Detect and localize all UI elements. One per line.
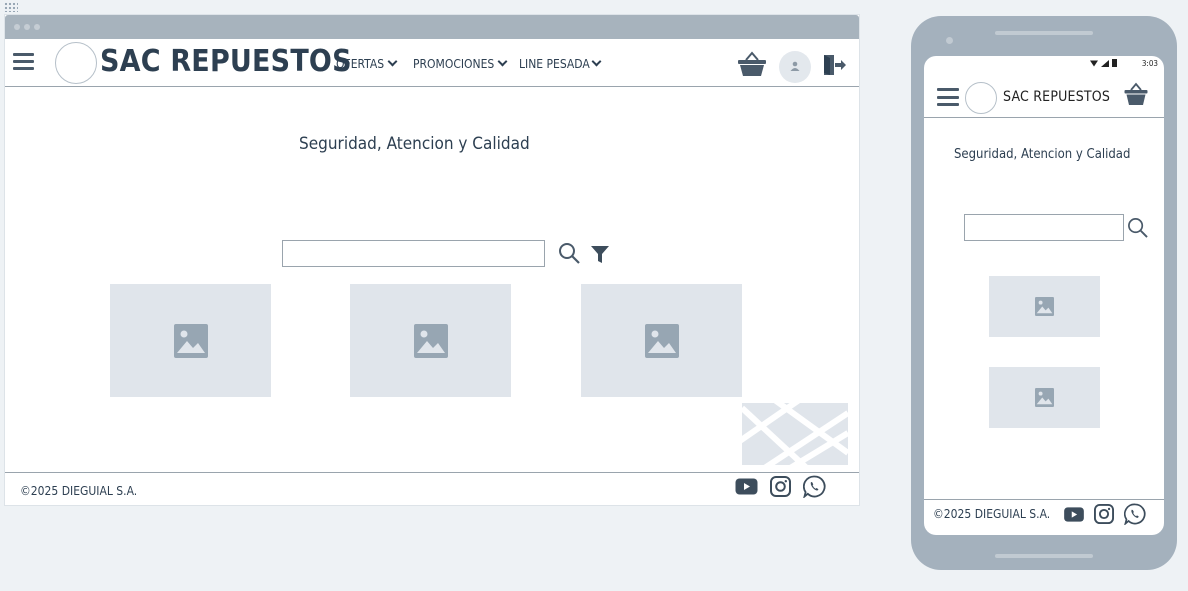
cart-icon[interactable] bbox=[1124, 82, 1148, 106]
menu-icon[interactable] bbox=[937, 88, 959, 106]
youtube-icon[interactable] bbox=[735, 477, 758, 496]
youtube-icon[interactable] bbox=[1063, 506, 1085, 523]
product-card-image[interactable] bbox=[581, 284, 742, 397]
logo[interactable] bbox=[965, 82, 997, 114]
filter-icon[interactable] bbox=[590, 245, 610, 264]
menu-item-label: LINE PESADA bbox=[519, 57, 590, 71]
window-minimize-dot[interactable] bbox=[24, 24, 30, 30]
phone-camera bbox=[946, 37, 953, 44]
window-close-dot[interactable] bbox=[14, 24, 20, 30]
brand-name[interactable]: SAC REPUESTOS bbox=[100, 44, 352, 79]
menu-item-line-pesada[interactable]: LINE PESADA bbox=[519, 56, 602, 71]
status-time: 3:03 bbox=[1141, 59, 1158, 68]
footer-divider bbox=[5, 472, 859, 473]
battery-icon bbox=[1112, 59, 1117, 67]
search-icon[interactable] bbox=[558, 242, 580, 264]
image-placeholder-icon bbox=[644, 323, 679, 358]
phone-speaker bbox=[995, 31, 1093, 35]
copyright-text: ©2025 DIEGUIAL S.A. bbox=[20, 484, 138, 498]
menu-item-label: OFERTAS bbox=[336, 57, 385, 71]
chevron-down-icon bbox=[591, 56, 602, 67]
desktop-window: SAC REPUESTOS OFERTAS PROMOCIONES LINE P… bbox=[5, 15, 859, 505]
tagline: Seguridad, Atencion y Calidad bbox=[954, 147, 1131, 162]
menu-item-ofertas[interactable]: OFERTAS bbox=[336, 56, 398, 71]
search-input[interactable] bbox=[282, 240, 545, 267]
menu-item-label: PROMOCIONES bbox=[413, 57, 495, 71]
product-card-image[interactable] bbox=[110, 284, 271, 397]
instagram-icon[interactable] bbox=[770, 476, 791, 497]
whatsapp-icon[interactable] bbox=[803, 475, 826, 498]
brand-name[interactable]: SAC REPUESTOS bbox=[1003, 89, 1110, 105]
mobile-device: 3:03 SAC REPUESTOS Seguridad, Atencion y… bbox=[911, 16, 1177, 570]
drag-handle[interactable] bbox=[4, 2, 18, 12]
header-divider bbox=[924, 117, 1164, 118]
image-placeholder-icon bbox=[173, 323, 208, 358]
instagram-icon[interactable] bbox=[1094, 504, 1114, 524]
cart-icon[interactable] bbox=[737, 51, 767, 77]
footer-divider bbox=[924, 499, 1164, 500]
image-placeholder-icon bbox=[1035, 297, 1054, 316]
logout-icon[interactable] bbox=[823, 54, 847, 76]
menu-item-promociones[interactable]: PROMOCIONES bbox=[413, 56, 508, 71]
product-card-image[interactable] bbox=[989, 367, 1100, 428]
navbar: SAC REPUESTOS OFERTAS PROMOCIONES LINE P… bbox=[5, 39, 859, 87]
window-titlebar bbox=[5, 15, 859, 39]
signal-icon bbox=[1101, 60, 1109, 67]
phone-home-bar bbox=[995, 554, 1093, 558]
chevron-down-icon bbox=[387, 56, 398, 67]
tagline: Seguridad, Atencion y Calidad bbox=[299, 134, 530, 154]
user-icon bbox=[790, 61, 800, 71]
image-placeholder-icon bbox=[413, 323, 448, 358]
chevron-down-icon bbox=[497, 56, 508, 67]
search-icon[interactable] bbox=[1127, 217, 1148, 238]
window-maximize-dot[interactable] bbox=[34, 24, 40, 30]
map-decoration bbox=[742, 403, 848, 465]
whatsapp-icon[interactable] bbox=[1124, 503, 1146, 525]
product-card-image[interactable] bbox=[989, 276, 1100, 337]
logo[interactable] bbox=[55, 42, 97, 84]
wifi-icon bbox=[1090, 60, 1098, 67]
search-input[interactable] bbox=[964, 214, 1124, 241]
menu-icon[interactable] bbox=[13, 53, 34, 70]
image-placeholder-icon bbox=[1035, 388, 1054, 407]
mobile-screen: 3:03 SAC REPUESTOS Seguridad, Atencion y… bbox=[924, 56, 1164, 535]
avatar[interactable] bbox=[779, 51, 811, 83]
copyright-text: ©2025 DIEGUIAL S.A. bbox=[933, 507, 1051, 521]
product-card-image[interactable] bbox=[350, 284, 511, 397]
